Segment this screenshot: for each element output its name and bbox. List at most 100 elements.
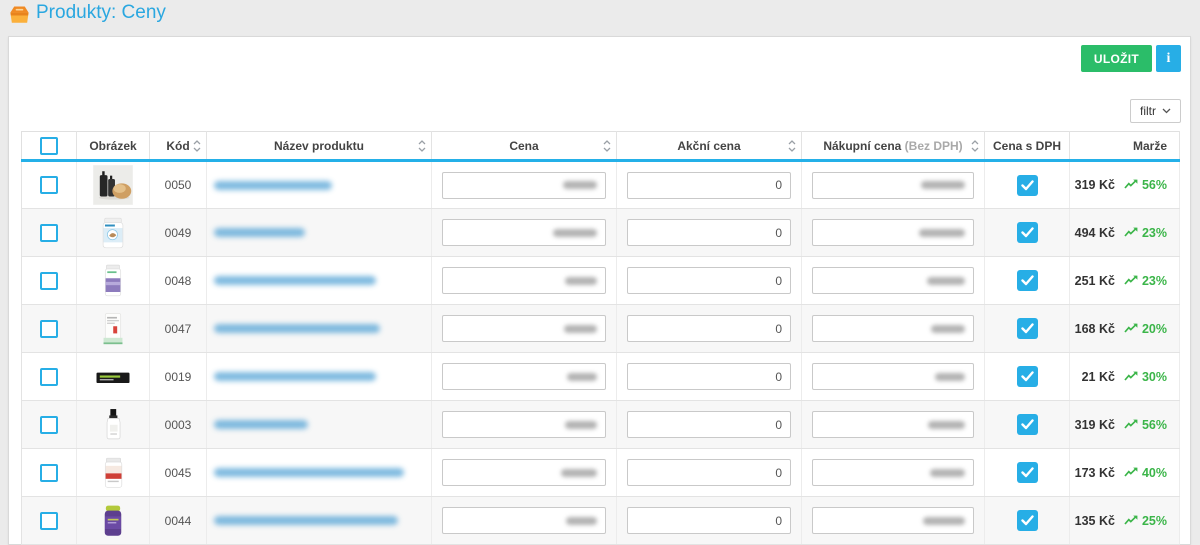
purchase-price-input[interactable] xyxy=(812,363,974,390)
sale-price-input[interactable] xyxy=(627,315,791,342)
vat-checkbox-checked[interactable] xyxy=(1017,462,1038,483)
purchase-price-input[interactable] xyxy=(812,411,974,438)
price-input[interactable] xyxy=(442,411,606,438)
row-image-cell xyxy=(77,401,150,449)
trending-up-icon xyxy=(1115,418,1142,432)
product-name-redacted-link[interactable] xyxy=(214,372,376,381)
product-image-white-jar-blue-label xyxy=(91,211,135,255)
purchase-price-input[interactable] xyxy=(812,219,974,246)
margin-percent: 56% xyxy=(1142,418,1167,432)
price-cell xyxy=(432,353,617,401)
row-checkbox[interactable] xyxy=(40,224,58,242)
price-input[interactable] xyxy=(442,172,606,199)
sale-price-input[interactable] xyxy=(627,459,791,486)
column-header-purchase_price[interactable]: Nákupní cena (Bez DPH) xyxy=(802,132,985,161)
product-name-redacted-link[interactable] xyxy=(214,181,332,190)
product-name-redacted-link[interactable] xyxy=(214,324,380,333)
column-header-price[interactable]: Cena xyxy=(432,132,617,161)
sale-price-cell xyxy=(617,353,802,401)
product-name-redacted-link[interactable] xyxy=(214,516,398,525)
vat-checkbox-checked[interactable] xyxy=(1017,366,1038,387)
sale-price-input[interactable] xyxy=(627,172,791,199)
trending-up-icon xyxy=(1115,226,1142,240)
purchase-price-input[interactable] xyxy=(812,459,974,486)
row-checkbox[interactable] xyxy=(40,320,58,338)
purchase-price-input[interactable] xyxy=(812,315,974,342)
sort-icon xyxy=(971,139,979,153)
purchase-price-input[interactable] xyxy=(812,172,974,199)
table-row: 0047168 Kč20% xyxy=(22,305,1180,353)
price-cell xyxy=(432,161,617,209)
content-panel: ULOŽIT i filtr ObrázekKódNázev produktuC… xyxy=(8,36,1191,545)
info-button[interactable]: i xyxy=(1156,45,1181,72)
column-header-sale_price[interactable]: Akční cena xyxy=(617,132,802,161)
column-header-image: Obrázek xyxy=(77,132,150,161)
price-input[interactable] xyxy=(442,459,606,486)
column-header-code[interactable]: Kód xyxy=(150,132,207,161)
purchase-price-input[interactable] xyxy=(812,267,974,294)
margin-amount: 319 Kč xyxy=(1075,418,1115,432)
price-input[interactable] xyxy=(442,267,606,294)
column-label: Nákupní cena xyxy=(823,139,901,153)
margin-cell: 135 Kč25% xyxy=(1070,497,1180,545)
select-all-checkbox[interactable] xyxy=(40,137,58,155)
price-input[interactable] xyxy=(442,363,606,390)
purchase-price-input[interactable] xyxy=(812,507,974,534)
vat-checkbox-checked[interactable] xyxy=(1017,222,1038,243)
vat-checkbox-checked[interactable] xyxy=(1017,510,1038,531)
margin-cell: 21 Kč30% xyxy=(1070,353,1180,401)
row-checkbox[interactable] xyxy=(40,176,58,194)
row-select-cell xyxy=(22,209,77,257)
margin-percent: 23% xyxy=(1142,274,1167,288)
margin-amount: 319 Kč xyxy=(1075,178,1115,192)
row-image-cell xyxy=(77,161,150,209)
product-image-white-spray-bottle-black-cap xyxy=(91,403,135,447)
sale-price-input[interactable] xyxy=(627,363,791,390)
product-code: 0019 xyxy=(150,353,207,401)
vat-checkbox-checked[interactable] xyxy=(1017,270,1038,291)
price-value-redacted xyxy=(553,229,597,237)
row-checkbox[interactable] xyxy=(40,464,58,482)
row-checkbox[interactable] xyxy=(40,512,58,530)
price-input[interactable] xyxy=(442,219,606,246)
sale-price-input[interactable] xyxy=(627,267,791,294)
row-select-cell xyxy=(22,161,77,209)
product-name-cell xyxy=(207,401,432,449)
filter-dropdown-button[interactable]: filtr xyxy=(1130,99,1181,123)
margin-cell: 168 Kč20% xyxy=(1070,305,1180,353)
vat-checkbox-checked[interactable] xyxy=(1017,414,1038,435)
margin-percent: 40% xyxy=(1142,466,1167,480)
product-name-cell xyxy=(207,257,432,305)
product-name-redacted-link[interactable] xyxy=(214,276,376,285)
sale-price-cell xyxy=(617,497,802,545)
price-input[interactable] xyxy=(442,315,606,342)
row-checkbox[interactable] xyxy=(40,416,58,434)
row-checkbox[interactable] xyxy=(40,368,58,386)
margin-percent: 23% xyxy=(1142,226,1167,240)
product-name-redacted-link[interactable] xyxy=(214,228,305,237)
product-name-cell xyxy=(207,353,432,401)
trending-up-icon xyxy=(1115,466,1142,480)
row-image-cell xyxy=(77,497,150,545)
sale-price-cell xyxy=(617,257,802,305)
product-name-redacted-link[interactable] xyxy=(214,420,308,429)
vat-checkbox-checked[interactable] xyxy=(1017,318,1038,339)
margin-amount: 168 Kč xyxy=(1075,322,1115,336)
sale-price-input[interactable] xyxy=(627,411,791,438)
product-name-redacted-link[interactable] xyxy=(214,468,404,477)
margin-cell: 173 Kč40% xyxy=(1070,449,1180,497)
margin-percent: 56% xyxy=(1142,178,1167,192)
column-label: Obrázek xyxy=(89,139,136,153)
row-image-cell xyxy=(77,257,150,305)
price-input[interactable] xyxy=(442,507,606,534)
row-checkbox[interactable] xyxy=(40,272,58,290)
price-with-vat-cell xyxy=(985,449,1070,497)
column-label: Akční cena xyxy=(677,139,740,153)
vat-checkbox-checked[interactable] xyxy=(1017,175,1038,196)
column-header-name[interactable]: Název produktu xyxy=(207,132,432,161)
sale-price-cell xyxy=(617,449,802,497)
column-label: Cena s DPH xyxy=(993,139,1061,153)
save-button[interactable]: ULOŽIT xyxy=(1081,45,1152,72)
sale-price-input[interactable] xyxy=(627,219,791,246)
sale-price-input[interactable] xyxy=(627,507,791,534)
